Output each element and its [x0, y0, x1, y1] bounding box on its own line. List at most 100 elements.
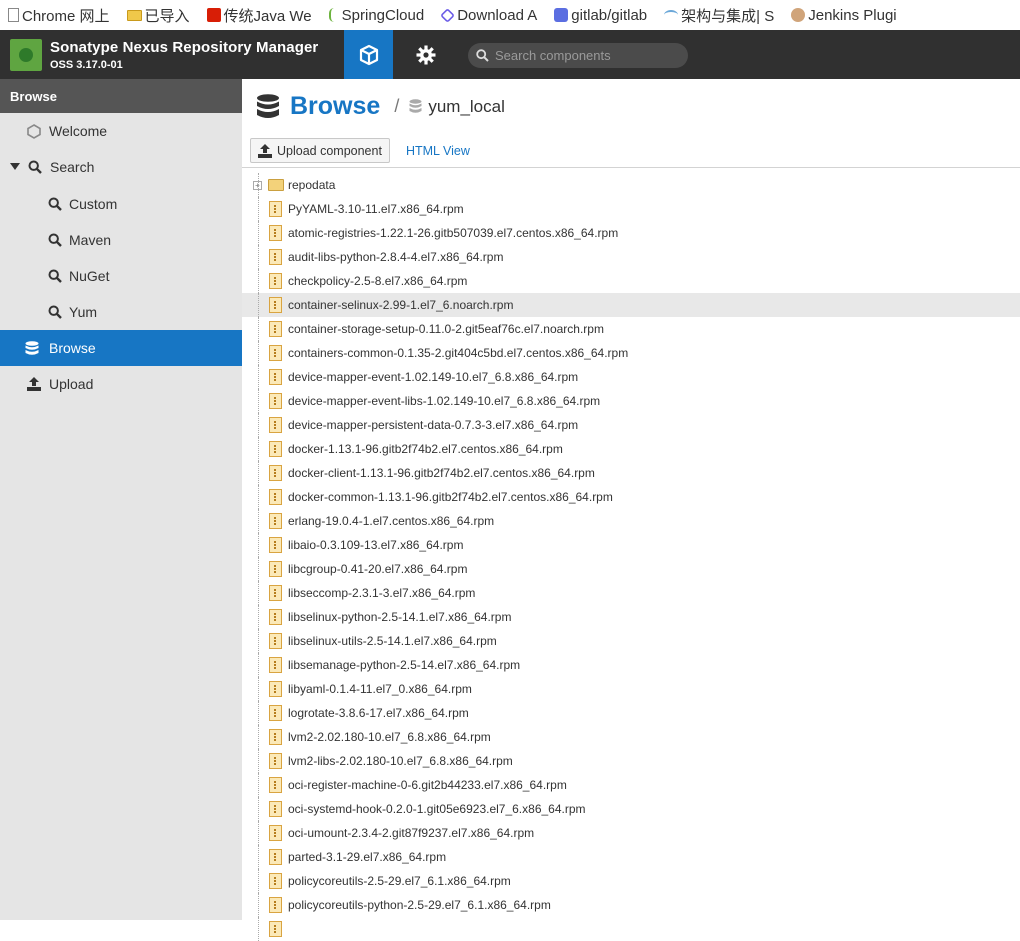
tree-guide-line [258, 365, 259, 389]
expand-toggle-icon[interactable]: + [253, 180, 262, 190]
tree-item-name: oci-register-machine-0-6.git2b44233.el7.… [288, 778, 567, 792]
tree-item-name: libcgroup-0.41-20.el7.x86_64.rpm [288, 562, 468, 576]
tree-file-row[interactable]: policycoreutils-python-2.5-29.el7_6.1.x8… [242, 893, 1020, 917]
bookmark-label: 架构与集成| S [681, 7, 775, 25]
tree-file-row[interactable]: device-mapper-event-1.02.149-10.el7_6.8.… [242, 365, 1020, 389]
tree-file-row[interactable]: libselinux-python-2.5-14.1.el7.x86_64.rp… [242, 605, 1020, 629]
tree-file-row[interactable]: lvm2-2.02.180-10.el7_6.8.x86_64.rpm [242, 725, 1020, 749]
tree-file-row[interactable]: oci-register-machine-0-6.git2b44233.el7.… [242, 773, 1020, 797]
tree-guide-line [258, 893, 259, 917]
tree-file-row[interactable]: docker-client-1.13.1-96.gitb2f74b2.el7.c… [242, 461, 1020, 485]
folder-icon [126, 9, 142, 21]
tree-file-row[interactable]: libsemanage-python-2.5-14.el7.x86_64.rpm [242, 653, 1020, 677]
brand: Sonatype Nexus Repository Manager OSS 3.… [50, 39, 318, 71]
tree-file-row[interactable]: erlang-19.0.4-1.el7.centos.x86_64.rpm [242, 509, 1020, 533]
sidebar-item-welcome[interactable]: Welcome [0, 113, 242, 149]
browse-mode-button[interactable] [344, 30, 393, 79]
admin-mode-button[interactable] [403, 30, 449, 79]
tree-file-row[interactable]: libaio-0.3.109-13.el7.x86_64.rpm [242, 533, 1020, 557]
tree-guide-line [258, 749, 259, 773]
tree-file-row[interactable]: libselinux-utils-2.5-14.1.el7.x86_64.rpm [242, 629, 1020, 653]
bookmark-download[interactable]: Download A [440, 7, 537, 24]
tree-file-row[interactable]: container-storage-setup-0.11.0-2.git5eaf… [242, 317, 1020, 341]
sidebar-item-maven[interactable]: Maven [0, 222, 242, 258]
search-icon [27, 159, 43, 175]
bookmark-java-web[interactable]: 传统Java We [206, 5, 312, 26]
tree-file-row[interactable]: device-mapper-persistent-data-0.7.3-3.el… [242, 413, 1020, 437]
search-components-input[interactable] [495, 48, 675, 63]
archive-file-icon [269, 729, 282, 745]
tree-item-name: lvm2-libs-2.02.180-10.el7_6.8.x86_64.rpm [288, 754, 513, 768]
bookmark-jenkins[interactable]: Jenkins Plugi [791, 7, 897, 24]
spring-icon [328, 8, 339, 22]
sidebar-item-search[interactable]: Search [0, 149, 242, 185]
hexagon-icon [440, 7, 456, 23]
tree-file-row[interactable]: parted-3.1-29.el7.x86_64.rpm [242, 845, 1020, 869]
tree-item-name: libseccomp-2.3.1-3.el7.x86_64.rpm [288, 586, 476, 600]
tree-file-row[interactable]: docker-common-1.13.1-96.gitb2f74b2.el7.c… [242, 485, 1020, 509]
archive-file-icon [269, 681, 282, 697]
sidebar-item-nuget[interactable]: NuGet [0, 258, 242, 294]
folder-icon [268, 179, 284, 191]
tree-guide-line [258, 317, 259, 341]
tree-file-row[interactable]: docker-1.13.1-96.gitb2f74b2.el7.centos.x… [242, 437, 1020, 461]
tree-guide-line [258, 701, 259, 725]
archive-file-icon [269, 489, 282, 505]
bookmark-springcloud[interactable]: SpringCloud [328, 6, 425, 24]
nexus-logo-icon[interactable] [10, 38, 42, 71]
archive-file-icon [269, 393, 282, 409]
tree-file-row[interactable]: containers-common-0.1.35-2.git404c5bd.el… [242, 341, 1020, 365]
tree-file-row[interactable]: atomic-registries-1.22.1-26.gitb507039.e… [242, 221, 1020, 245]
tree-file-row[interactable]: libcgroup-0.41-20.el7.x86_64.rpm [242, 557, 1020, 581]
tree-item-name: logrotate-3.8.6-17.el7.x86_64.rpm [288, 706, 469, 720]
sidebar-item-label: Maven [69, 232, 112, 248]
upload-icon [26, 376, 42, 392]
sidebar-item-yum[interactable]: Yum [0, 294, 242, 330]
tree-guide-line [258, 269, 259, 293]
tree-folder-row[interactable]: + repodata [242, 173, 1020, 197]
sidebar-item-upload[interactable]: Upload [0, 366, 242, 402]
tree-item-name: checkpolicy-2.5-8.el7.x86_64.rpm [288, 274, 468, 288]
bookmark-imported[interactable]: 已导入 [126, 5, 190, 26]
bookmark-gitlab[interactable]: gitlab/gitlab [554, 7, 647, 24]
tree-item-name: container-storage-setup-0.11.0-2.git5eaf… [288, 322, 604, 336]
tree-guide-line [258, 221, 259, 245]
search-components-box[interactable] [468, 43, 688, 68]
tree-file-row[interactable] [242, 917, 1020, 941]
tree-file-row[interactable]: oci-umount-2.3.4-2.git87f9237.el7.x86_64… [242, 821, 1020, 845]
tree-file-row[interactable]: lvm2-libs-2.02.180-10.el7_6.8.x86_64.rpm [242, 749, 1020, 773]
sidebar-item-label: Upload [49, 376, 94, 392]
tree-guide-line [258, 581, 259, 605]
tree-guide-line [258, 605, 259, 629]
tree-file-row[interactable]: logrotate-3.8.6-17.el7.x86_64.rpm [242, 701, 1020, 725]
search-icon [47, 232, 63, 248]
sidebar-item-browse[interactable]: Browse [0, 330, 242, 366]
sidebar-item-custom[interactable]: Custom [0, 186, 242, 222]
bookmark-architecture[interactable]: 架构与集成| S [664, 5, 774, 26]
bookmark-label: SpringCloud [341, 6, 425, 24]
tree-guide-line [258, 821, 259, 845]
upload-component-button[interactable]: Upload component [250, 138, 390, 163]
tree-file-row[interactable]: oci-systemd-hook-0.2.0-1.git05e6923.el7_… [242, 797, 1020, 821]
tree-file-row[interactable]: audit-libs-python-2.8.4-4.el7.x86_64.rpm [242, 245, 1020, 269]
tree-file-row[interactable]: device-mapper-event-libs-1.02.149-10.el7… [242, 389, 1020, 413]
tree-file-row[interactable]: libseccomp-2.3.1-3.el7.x86_64.rpm [242, 581, 1020, 605]
tree-file-row[interactable]: policycoreutils-2.5-29.el7_6.1.x86_64.rp… [242, 869, 1020, 893]
tree-file-row[interactable]: libyaml-0.1.4-11.el7_0.x86_64.rpm [242, 677, 1020, 701]
tree-file-row[interactable]: checkpolicy-2.5-8.el7.x86_64.rpm [242, 269, 1020, 293]
html-view-link[interactable]: HTML View [406, 144, 470, 158]
page-title[interactable]: Browse [290, 92, 380, 121]
tree-guide-line [258, 197, 259, 221]
tree-file-row[interactable]: container-selinux-2.99-1.el7_6.noarch.rp… [242, 293, 1020, 317]
main-panel: Browse / yum_local Upload component HTML… [242, 79, 1020, 941]
bookmark-label: 传统Java We [223, 7, 312, 25]
tree-item-name: erlang-19.0.4-1.el7.centos.x86_64.rpm [288, 514, 495, 528]
bookmark-label: 已导入 [144, 7, 190, 25]
tree-guide-line [258, 797, 259, 821]
sidebar: Browse Welcome Search Custom Maven NuGet [0, 79, 242, 920]
archive-file-icon [269, 873, 282, 889]
bookmark-chrome[interactable]: Chrome 网上 [8, 5, 110, 26]
tree-file-row[interactable]: PyYAML-3.10-11.el7.x86_64.rpm [242, 197, 1020, 221]
tree-item-name: PyYAML-3.10-11.el7.x86_64.rpm [288, 202, 464, 216]
tree-item-name: docker-1.13.1-96.gitb2f74b2.el7.centos.x… [288, 442, 563, 456]
